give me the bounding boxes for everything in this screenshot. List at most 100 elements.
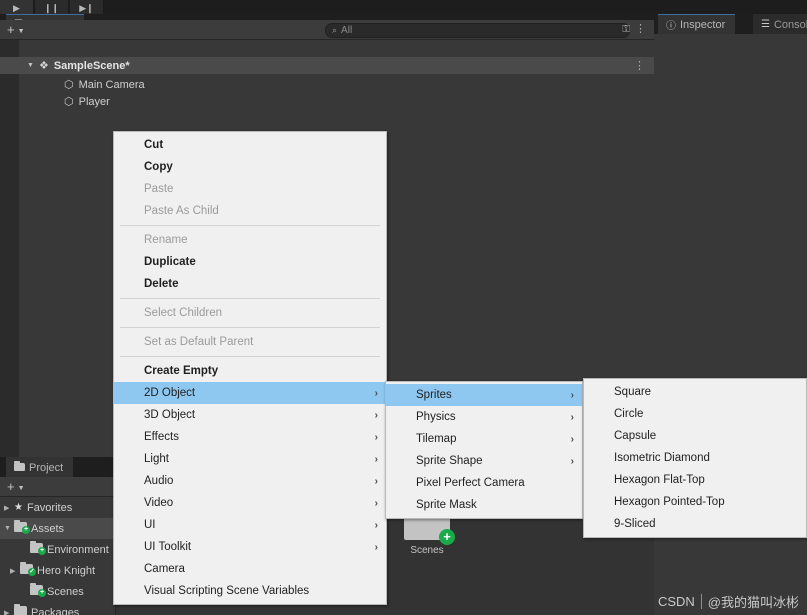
unity-editor-window: ▶ ❙❙ ▶❙ ☰ Hierarchy + ▼ ⌕ All ⚿ ⋮ <box>0 0 807 615</box>
tree-item-environment[interactable]: + Environment <box>0 539 115 560</box>
menu-item-label: Tilemap <box>416 433 457 445</box>
hierarchy-row-main-camera[interactable]: ⬡ Main Camera <box>0 76 654 93</box>
hierarchy-more-options-icon[interactable]: ⋮ <box>635 23 646 35</box>
menu-item-camera[interactable]: Camera <box>114 558 386 580</box>
hierarchy-add-button[interactable]: + ▼ <box>7 23 25 36</box>
menu-item-sprite-mask[interactable]: Sprite Mask <box>386 494 582 516</box>
watermark-separator <box>700 594 702 609</box>
menu-item-label: Rename <box>144 234 188 246</box>
scene-more-options-icon[interactable]: ⋮ <box>634 59 645 72</box>
chevron-right-icon: › <box>374 409 378 421</box>
menu-item-label: Physics <box>416 411 456 423</box>
chevron-right-icon[interactable]: ▶ <box>4 609 14 615</box>
menu-item-hexagon-flat-top[interactable]: Hexagon Flat-Top <box>584 469 806 491</box>
menu-item-label: UI <box>144 519 156 531</box>
menu-item-set-as-default-parent: Set as Default Parent <box>114 331 386 353</box>
play-icon: ▶ <box>13 2 20 13</box>
menu-item-label: 2D Object <box>144 387 196 399</box>
tree-item-label: Scenes <box>47 585 84 598</box>
tree-item-label: Assets <box>31 522 65 535</box>
menu-item-label: Paste <box>144 183 174 195</box>
menu-item-effects[interactable]: Effects › <box>114 426 386 448</box>
info-icon: ⓘ <box>666 21 676 32</box>
menu-item-sprite-shape[interactable]: Sprite Shape › <box>386 450 582 472</box>
inspector-tabbar: ⓘ Inspector ☰ Console <box>654 14 807 34</box>
vc-add-badge: + <box>439 529 455 545</box>
tab-project[interactable]: Project <box>6 457 74 477</box>
folder-icon: ✓ <box>20 562 36 577</box>
menu-item-label: Camera <box>144 563 185 575</box>
menu-item-3d-object[interactable]: 3D Object › <box>114 404 386 426</box>
menu-item-create-empty[interactable]: Create Empty <box>114 360 386 382</box>
tree-item-assets[interactable]: ▼ + Assets <box>0 518 115 539</box>
menu-item-label: Sprites <box>416 389 452 401</box>
menu-item-delete[interactable]: Delete <box>114 273 386 295</box>
menu-item-label: Sprite Mask <box>416 499 477 511</box>
chevron-right-icon: › <box>374 519 378 531</box>
hierarchy-row-scene[interactable]: ▼ ❖ SampleScene* ⋮ <box>0 57 654 74</box>
menu-item-video[interactable]: Video › <box>114 492 386 514</box>
chevron-down-icon[interactable]: ▼ <box>4 525 14 532</box>
tab-console[interactable]: ☰ Console <box>753 14 807 34</box>
menu-item-physics[interactable]: Physics › <box>386 406 582 428</box>
vc-add-badge: + <box>38 547 46 555</box>
menu-item-duplicate[interactable]: Duplicate <box>114 251 386 273</box>
watermark-brand: CSDN <box>657 594 695 609</box>
plus-icon: + <box>7 22 15 37</box>
tree-item-favorites[interactable]: ▶ ★ Favorites <box>0 497 115 518</box>
menu-item-label: Paste As Child <box>144 205 219 217</box>
menu-item-label: Effects <box>144 431 179 443</box>
menu-item-isometric-diamond[interactable]: Isometric Diamond <box>584 447 806 469</box>
chevron-right-icon: › <box>374 431 378 443</box>
vc-modified-badge: ✓ <box>28 568 36 576</box>
pause-icon: ❙❙ <box>43 2 60 13</box>
menu-item-label: Copy <box>144 161 173 173</box>
chevron-down-icon[interactable]: ▼ <box>27 62 34 69</box>
menu-item-copy[interactable]: Copy <box>114 156 386 178</box>
tree-item-scenes[interactable]: + Scenes <box>0 581 115 602</box>
menu-item-hexagon-pointed-top[interactable]: Hexagon Pointed-Top <box>584 491 806 513</box>
menu-item-sprites[interactable]: Sprites › <box>386 384 582 406</box>
step-icon: ▶❙ <box>79 2 94 13</box>
hierarchy-search-input[interactable]: ⌕ All <box>325 23 630 38</box>
tree-item-packages[interactable]: ▶ Packages <box>0 602 115 615</box>
context-menu[interactable]: Cut Copy Paste Paste As Child Rename Dup… <box>113 131 387 605</box>
menu-item-square[interactable]: Square <box>584 381 806 403</box>
menu-separator <box>120 356 380 357</box>
menu-item-visual-scripting-scene-variables[interactable]: Visual Scripting Scene Variables <box>114 580 386 602</box>
menu-item-cut[interactable]: Cut <box>114 134 386 156</box>
project-add-button[interactable]: + ▼ <box>7 480 25 493</box>
menu-separator <box>120 327 380 328</box>
tab-inspector[interactable]: ⓘ Inspector <box>658 14 736 34</box>
menu-item-label: Hexagon Flat-Top <box>614 474 705 486</box>
menu-item-2d-object[interactable]: 2D Object › <box>114 382 386 404</box>
folder-icon <box>14 460 25 474</box>
menu-item-tilemap[interactable]: Tilemap › <box>386 428 582 450</box>
menu-item-9-sliced[interactable]: 9-Sliced <box>584 513 806 535</box>
hierarchy-row-player[interactable]: ⬡ Player <box>0 93 654 110</box>
plus-icon: + <box>7 479 15 494</box>
chevron-right-icon[interactable]: ▶ <box>10 567 20 575</box>
menu-item-label: Audio <box>144 475 174 487</box>
tab-inspector-label: Inspector <box>680 18 726 31</box>
menu-item-pixel-perfect-camera[interactable]: Pixel Perfect Camera <box>386 472 582 494</box>
submenu-2d-object[interactable]: Sprites › Physics › Tilemap › Sprite Sha… <box>385 381 583 519</box>
menu-item-light[interactable]: Light › <box>114 448 386 470</box>
menu-item-label: 3D Object <box>144 409 196 421</box>
menu-item-label: 9-Sliced <box>614 518 656 530</box>
submenu-sprites[interactable]: Square Circle Capsule Isometric Diamond … <box>583 378 807 538</box>
menu-item-ui[interactable]: UI › <box>114 514 386 536</box>
menu-item-capsule[interactable]: Capsule <box>584 425 806 447</box>
chevron-right-icon: › <box>570 411 574 423</box>
chevron-right-icon[interactable]: ▶ <box>4 504 14 512</box>
menu-item-ui-toolkit[interactable]: UI Toolkit › <box>114 536 386 558</box>
tree-item-hero-knight[interactable]: ▶ ✓ Hero Knight <box>0 560 115 581</box>
menu-item-circle[interactable]: Circle <box>584 403 806 425</box>
chevron-right-icon: › <box>374 475 378 487</box>
menu-item-audio[interactable]: Audio › <box>114 470 386 492</box>
lock-icon[interactable]: ⚿ <box>622 24 630 35</box>
tab-console-label: Console <box>773 18 807 31</box>
chevron-right-icon: › <box>570 455 574 467</box>
chevron-down-icon: ▼ <box>17 28 25 35</box>
menu-item-label: Cut <box>144 139 164 151</box>
